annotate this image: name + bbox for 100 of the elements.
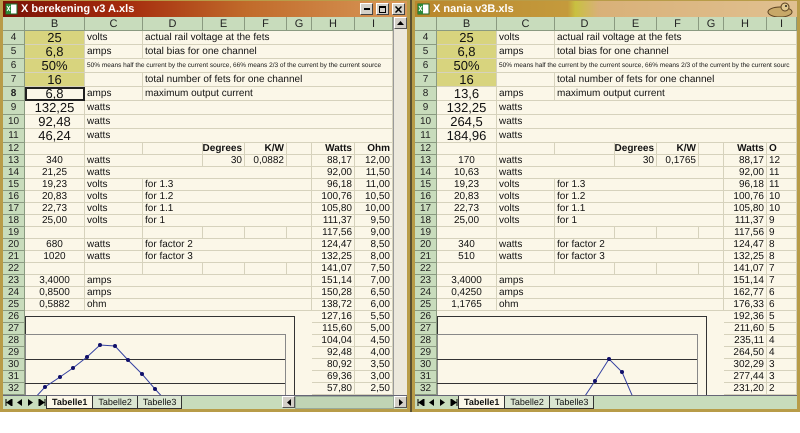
sheet-tab[interactable]: Tabelle2 (504, 396, 550, 409)
row-header[interactable]: 28 (415, 335, 437, 347)
table-cell: ohm (497, 299, 724, 311)
column-header[interactable]: G (699, 17, 724, 31)
table-cell: amps (85, 287, 312, 299)
row-header[interactable]: 28 (3, 335, 25, 347)
row-header[interactable]: 19 (415, 227, 437, 239)
row-header[interactable]: 13 (3, 155, 25, 167)
sheet-tab[interactable]: Tabelle1 (458, 396, 506, 409)
minimize-button[interactable] (360, 3, 373, 15)
row-header[interactable]: 32 (3, 383, 25, 395)
first-sheet-button[interactable] (3, 396, 14, 409)
column-header[interactable]: F (245, 17, 287, 31)
row-header[interactable]: 18 (415, 215, 437, 227)
column-header[interactable]: F (657, 17, 699, 31)
row-header[interactable]: 15 (415, 179, 437, 191)
row-header[interactable]: 15 (3, 179, 25, 191)
table-cell: for factor 3 (555, 251, 724, 263)
row-header[interactable]: 18 (3, 215, 25, 227)
column-header[interactable]: B (437, 17, 497, 31)
row-header[interactable]: 12 (415, 143, 437, 155)
row-header[interactable]: 17 (3, 203, 25, 215)
row-header[interactable]: 22 (3, 263, 25, 275)
table-cell: amps (497, 287, 724, 299)
row-header[interactable]: 30 (3, 359, 25, 371)
row-header[interactable]: 4 (415, 31, 437, 45)
row-header[interactable]: 16 (3, 191, 25, 203)
sheet-tab[interactable]: Tabelle3 (136, 396, 182, 409)
row-header[interactable]: 29 (3, 347, 25, 359)
right-arrow-icon (26, 399, 34, 406)
row-header[interactable]: 6 (415, 59, 437, 73)
row-header[interactable]: 27 (3, 323, 25, 335)
last-sheet-button[interactable] (36, 396, 47, 409)
row-header[interactable]: 17 (415, 203, 437, 215)
row-header[interactable]: 26 (3, 311, 25, 323)
row-header[interactable]: 23 (415, 275, 437, 287)
column-header[interactable]: C (497, 17, 555, 31)
row-header[interactable]: 31 (3, 371, 25, 383)
minimize-icon (364, 8, 370, 10)
row-header[interactable]: 26 (415, 311, 437, 323)
row-header[interactable]: 5 (415, 45, 437, 59)
row-header[interactable]: 31 (415, 371, 437, 383)
column-header[interactable]: E (615, 17, 657, 31)
row-header[interactable]: 12 (3, 143, 25, 155)
row-header[interactable]: 21 (415, 251, 437, 263)
column-header[interactable]: C (85, 17, 143, 31)
row-header[interactable]: 20 (415, 239, 437, 251)
row-header[interactable]: 16 (415, 191, 437, 203)
last-sheet-button[interactable] (448, 396, 459, 409)
row-header[interactable]: 4 (3, 31, 25, 45)
row-header[interactable]: 7 (3, 73, 25, 87)
row-header[interactable]: 21 (3, 251, 25, 263)
column-header[interactable]: E (203, 17, 245, 31)
right-arrow-icon (438, 399, 446, 406)
row-header[interactable]: 27 (415, 323, 437, 335)
row-header[interactable]: 19 (3, 227, 25, 239)
scroll-right-button[interactable] (394, 396, 407, 408)
row-header[interactable]: 24 (3, 287, 25, 299)
scroll-left-button[interactable] (282, 396, 296, 408)
maximize-button[interactable] (376, 3, 389, 15)
row-header[interactable]: 8 (3, 87, 25, 101)
column-header[interactable]: H (312, 17, 355, 31)
column-header[interactable]: B (25, 17, 85, 31)
row-header[interactable]: 25 (415, 299, 437, 311)
right-arrow-icon (398, 398, 402, 406)
row-header[interactable]: 8 (415, 87, 437, 101)
row-header[interactable]: 25 (3, 299, 25, 311)
column-header[interactable]: D (143, 17, 203, 31)
row-header[interactable]: 10 (3, 115, 25, 129)
column-header[interactable]: G (287, 17, 312, 31)
row-header[interactable]: 20 (3, 239, 25, 251)
close-button[interactable] (392, 3, 405, 15)
row-header[interactable]: 14 (3, 167, 25, 179)
sheet-tab[interactable]: Tabelle3 (548, 396, 594, 409)
row-header[interactable]: 24 (415, 287, 437, 299)
row-header[interactable]: 6 (3, 59, 25, 73)
column-header[interactable]: H (724, 17, 767, 31)
row-header[interactable]: 5 (3, 45, 25, 59)
column-header[interactable]: I (767, 17, 797, 31)
row-header[interactable]: 23 (3, 275, 25, 287)
table-cell (657, 263, 699, 275)
row-header[interactable]: 29 (415, 347, 437, 359)
row-header[interactable]: 10 (415, 115, 437, 129)
row-header[interactable]: 30 (415, 359, 437, 371)
row-header[interactable]: 13 (415, 155, 437, 167)
sheet-tab[interactable]: Tabelle2 (92, 396, 138, 409)
left-arrow-icon (428, 399, 436, 406)
row-header[interactable]: 11 (415, 129, 437, 143)
sheet-tab[interactable]: Tabelle1 (46, 396, 94, 409)
first-sheet-button[interactable] (415, 396, 426, 409)
row-header[interactable]: 32 (415, 383, 437, 395)
row-header[interactable]: 11 (3, 129, 25, 143)
row-header[interactable]: 9 (3, 101, 25, 115)
row-header[interactable]: 14 (415, 167, 437, 179)
scroll-up-button[interactable] (394, 17, 407, 29)
row-header[interactable]: 22 (415, 263, 437, 275)
column-header[interactable]: I (355, 17, 393, 31)
row-header[interactable]: 7 (415, 73, 437, 87)
row-header[interactable]: 9 (415, 101, 437, 115)
column-header[interactable]: D (555, 17, 615, 31)
